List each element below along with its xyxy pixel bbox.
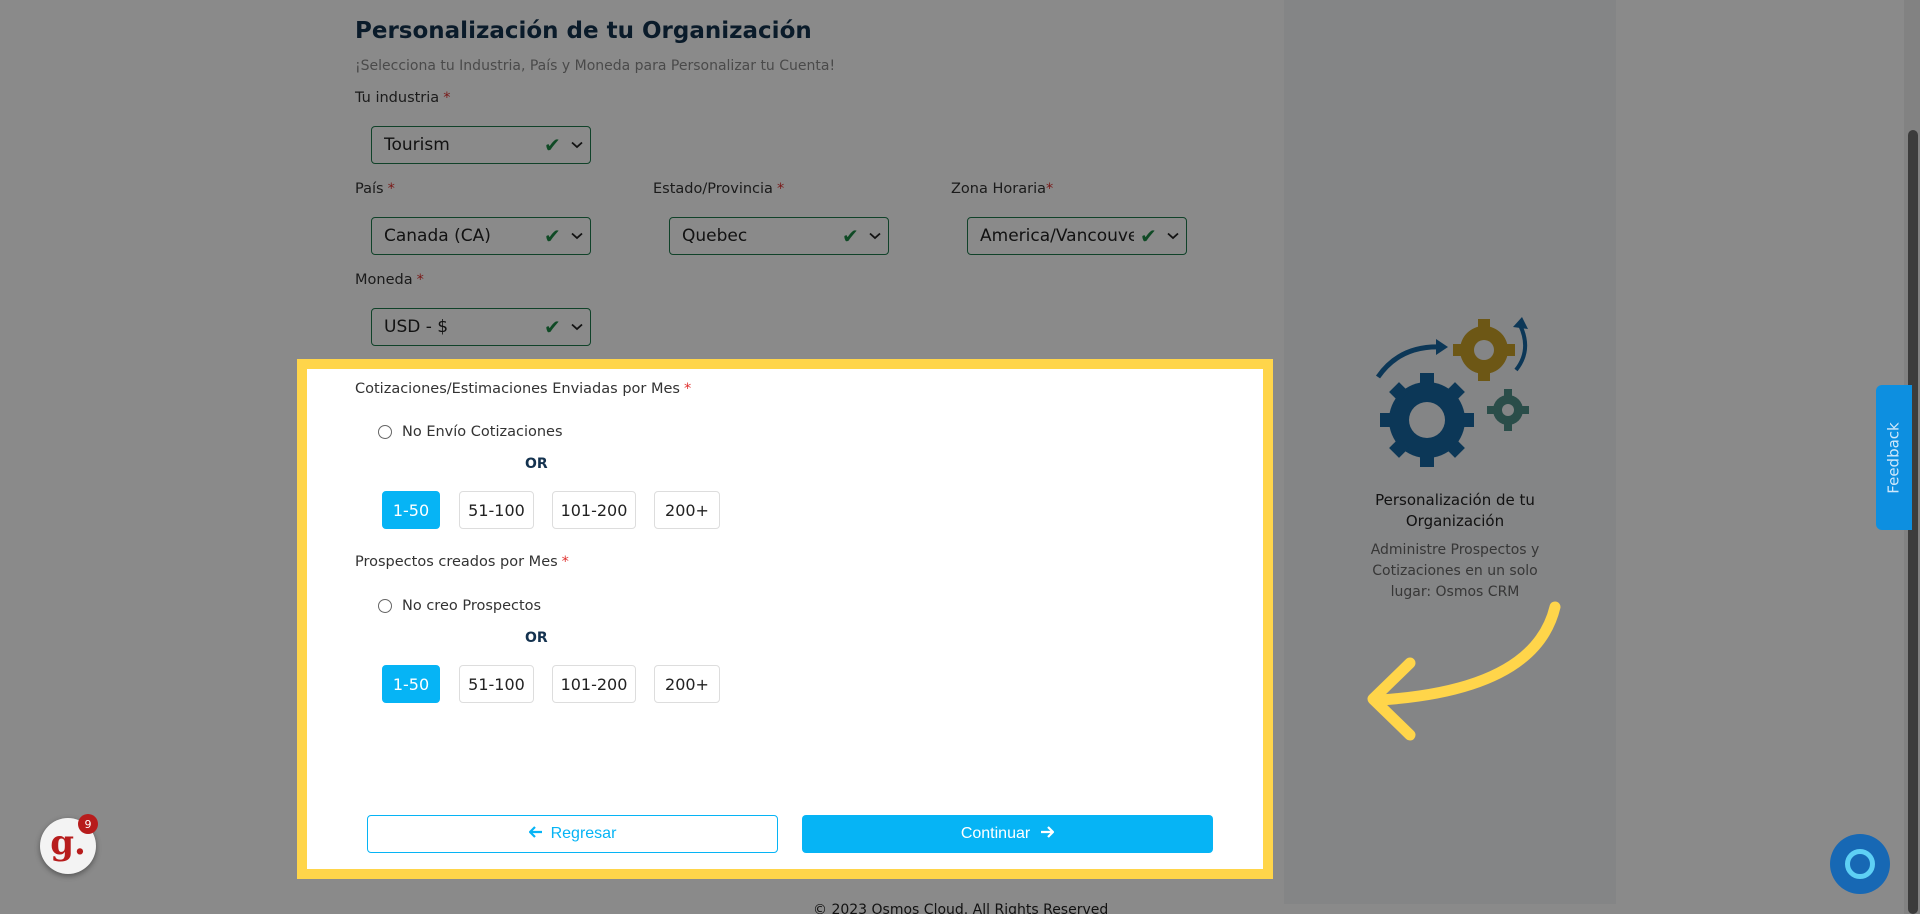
currency-value: USD - $ xyxy=(384,317,449,337)
timezone-value: America/Vancouver xyxy=(980,226,1134,246)
no-quotes-radio[interactable] xyxy=(378,425,392,439)
continue-button-label: Continuar xyxy=(960,825,1031,842)
page-subtitle: ¡Selecciona tu Industria, País y Moneda … xyxy=(355,58,836,74)
chat-button[interactable] xyxy=(1830,834,1890,894)
notification-count: 9 xyxy=(78,814,98,834)
or-separator: OR xyxy=(525,630,548,646)
country-label: País * xyxy=(355,181,395,197)
timezone-select[interactable]: America/Vancouver ✔ xyxy=(967,217,1187,255)
state-label: Estado/Provincia * xyxy=(653,181,784,197)
leads-option-51-100[interactable]: 51-100 xyxy=(459,665,534,703)
checkmark-icon: ✔ xyxy=(842,224,859,248)
back-button-label: Regresar xyxy=(550,825,617,842)
quotes-option-200-plus[interactable]: 200+ xyxy=(654,491,720,529)
arrow-left-icon xyxy=(528,825,543,844)
required-marker: * xyxy=(776,181,785,197)
side-panel-description: Administre Prospectos y Cotizaciones en … xyxy=(1370,542,1540,600)
timezone-label-text: Zona Horaria xyxy=(951,181,1046,197)
no-leads-radio-label: No creo Prospectos xyxy=(402,598,542,614)
gears-icon xyxy=(1370,315,1540,484)
required-marker: * xyxy=(387,181,395,197)
footer-copyright: © 2023 Osmos Cloud. All Rights Reserved xyxy=(813,902,1109,914)
feedback-tab-label: Feedback xyxy=(1885,421,1903,494)
chevron-down-icon xyxy=(564,232,590,240)
currency-label: Moneda * xyxy=(355,272,424,288)
required-marker: * xyxy=(683,381,692,397)
industry-value: Tourism xyxy=(384,135,450,155)
checkmark-icon: ✔ xyxy=(544,224,561,248)
no-quotes-radio-label: No Envío Cotizaciones xyxy=(402,424,563,440)
chevron-down-icon xyxy=(1160,232,1186,240)
continue-button[interactable]: Continuar xyxy=(802,815,1213,853)
leads-label-text: Prospectos creados por Mes xyxy=(355,554,558,570)
required-marker: * xyxy=(561,554,569,570)
timezone-label: Zona Horaria* xyxy=(951,181,1053,197)
industry-select[interactable]: Tourism ✔ xyxy=(371,126,591,164)
quotes-label: Cotizaciones/Estimaciones Enviadas por M… xyxy=(355,381,691,397)
quotes-option-101-200[interactable]: 101-200 xyxy=(552,491,636,529)
country-value: Canada (CA) xyxy=(384,226,491,246)
no-leads-radio-row[interactable]: No creo Prospectos xyxy=(378,598,541,614)
quotes-label-text: Cotizaciones/Estimaciones Enviadas por M… xyxy=(355,381,680,397)
checkmark-icon: ✔ xyxy=(544,315,561,339)
arrow-right-icon xyxy=(1040,825,1055,844)
checkmark-icon: ✔ xyxy=(544,133,561,157)
checkmark-icon: ✔ xyxy=(1140,224,1157,248)
feedback-tab[interactable]: Feedback xyxy=(1876,385,1912,530)
chevron-down-icon xyxy=(862,232,888,240)
country-label-text: País xyxy=(355,181,384,197)
side-panel-title: Personalización de tu Organización xyxy=(1375,491,1535,530)
chat-icon xyxy=(1845,849,1875,879)
or-separator: OR xyxy=(525,456,548,472)
state-select[interactable]: Quebec ✔ xyxy=(669,217,889,255)
quotes-option-51-100[interactable]: 51-100 xyxy=(459,491,534,529)
leads-option-101-200[interactable]: 101-200 xyxy=(552,665,636,703)
leads-label: Prospectos creados por Mes * xyxy=(355,554,569,570)
required-marker: * xyxy=(416,272,424,288)
state-value: Quebec xyxy=(682,226,748,246)
page-title: Personalización de tu Organización xyxy=(355,18,812,44)
back-button[interactable]: Regresar xyxy=(367,815,778,853)
country-select[interactable]: Canada (CA) ✔ xyxy=(371,217,591,255)
leads-option-200-plus[interactable]: 200+ xyxy=(654,665,720,703)
chevron-down-icon xyxy=(564,323,590,331)
leads-option-1-50[interactable]: 1-50 xyxy=(382,665,440,703)
required-marker: * xyxy=(443,90,451,106)
currency-select[interactable]: USD - $ ✔ xyxy=(371,308,591,346)
no-leads-radio[interactable] xyxy=(378,599,392,613)
industry-label: Tu industria * xyxy=(355,90,450,106)
curved-arrow-icon xyxy=(1355,595,1565,749)
currency-label-text: Moneda xyxy=(355,272,413,288)
chevron-down-icon xyxy=(564,141,590,149)
industry-label-text: Tu industria xyxy=(355,90,440,106)
no-quotes-radio-row[interactable]: No Envío Cotizaciones xyxy=(378,424,563,440)
required-marker: * xyxy=(1046,181,1054,197)
assistant-badge[interactable]: g. 9 xyxy=(40,814,98,874)
state-label-text: Estado/Provincia xyxy=(653,181,773,197)
quotes-option-1-50[interactable]: 1-50 xyxy=(382,491,440,529)
